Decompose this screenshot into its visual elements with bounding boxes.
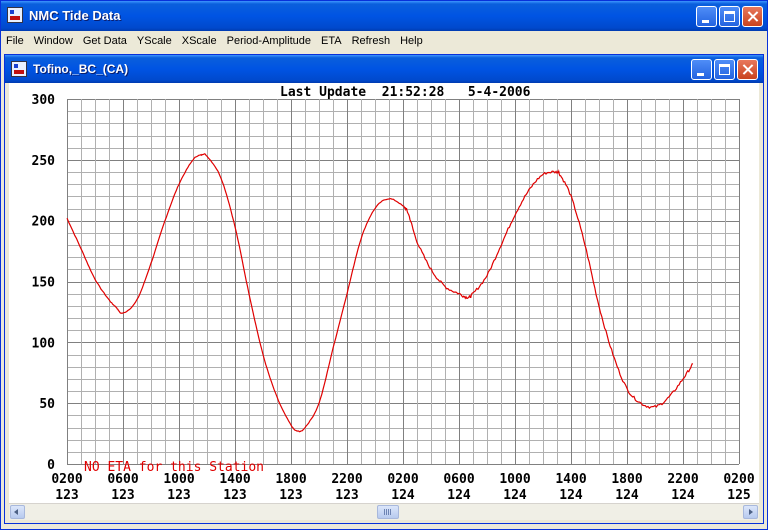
x-tick-day: 123 (55, 488, 78, 503)
x-tick-time: 0200 (723, 472, 754, 487)
tide-curve (66, 153, 694, 433)
menu-period-amplitude[interactable]: Period-Amplitude (222, 31, 316, 50)
horizontal-scrollbar[interactable] (9, 503, 759, 520)
tide-chart: 050100150200250300 020012306001231000123… (32, 85, 755, 503)
x-tick-time: 1800 (275, 472, 306, 487)
x-tick-time: 1000 (499, 472, 530, 487)
menu-xscale[interactable]: XScale (177, 31, 222, 50)
x-tick-day: 124 (615, 488, 639, 503)
menu-bar: File Window Get Data YScale XScale Period-Amp… (1, 31, 767, 50)
station-window-icon (11, 61, 27, 77)
x-tick-day: 123 (279, 488, 302, 503)
last-update-label: Last Update 21:52:28 5-4-2006 (280, 85, 531, 100)
x-tick-day: 125 (727, 488, 750, 503)
menu-yscale[interactable]: YScale (132, 31, 177, 50)
x-tick-time: 1800 (611, 472, 642, 487)
app-window: NMC Tide Data File Window Get Data YScale XS… (0, 0, 768, 530)
app-icon (7, 7, 23, 23)
y-tick-label: 50 (39, 397, 55, 412)
x-tick-time: 2200 (667, 472, 698, 487)
x-tick-day: 123 (167, 488, 190, 503)
menu-file[interactable]: File (1, 31, 29, 50)
menu-eta[interactable]: ETA (316, 31, 347, 50)
x-tick-day: 123 (335, 488, 358, 503)
x-tick-day: 123 (111, 488, 134, 503)
x-axis-labels: 0200123060012310001231400123180012322001… (51, 472, 754, 503)
x-tick-day: 124 (671, 488, 695, 503)
station-titlebar[interactable]: Tofino,_BC_(CA) (5, 55, 763, 83)
scroll-left-icon[interactable] (10, 505, 25, 519)
menu-get-data[interactable]: Get Data (78, 31, 132, 50)
app-titlebar[interactable]: NMC Tide Data (1, 1, 767, 31)
y-tick-label: 0 (47, 458, 55, 473)
eta-note: NO ETA for this Station (84, 460, 264, 475)
station-window: Tofino,_BC_(CA) 0 50 100 150 200 250 300 0200 1… (4, 54, 764, 524)
y-tick-label: 250 (32, 154, 56, 169)
y-tick-label: 150 (32, 276, 56, 291)
x-tick-day: 124 (447, 488, 471, 503)
maximize-button[interactable] (719, 6, 740, 27)
x-tick-time: 0600 (443, 472, 474, 487)
station-minimize-button[interactable] (691, 59, 712, 80)
menu-window[interactable]: Window (29, 31, 78, 50)
minimize-button[interactable] (696, 6, 717, 27)
y-tick-label: 200 (32, 215, 56, 230)
x-tick-time: 0200 (51, 472, 82, 487)
x-tick-time: 1400 (555, 472, 586, 487)
menu-help[interactable]: Help (395, 31, 428, 50)
y-axis-labels: 0 50 100 150 200 250 300 (32, 93, 56, 473)
tide-plot-area: 0 50 100 150 200 250 300 0200 123 0600 123 1000 123… (9, 83, 759, 503)
app-title: NMC Tide Data (29, 8, 121, 23)
x-tick-day: 124 (391, 488, 415, 503)
x-tick-time: 2200 (331, 472, 362, 487)
station-maximize-button[interactable] (714, 59, 735, 80)
y-tick-label: 300 (32, 93, 56, 108)
close-button[interactable] (742, 6, 763, 27)
x-tick-day: 124 (559, 488, 583, 503)
scroll-right-icon[interactable] (743, 505, 758, 519)
x-tick-day: 124 (503, 488, 527, 503)
station-title: Tofino,_BC_(CA) (33, 62, 129, 76)
x-tick-time: 0200 (387, 472, 418, 487)
x-tick-day: 123 (223, 488, 246, 503)
y-tick-label: 100 (32, 336, 56, 351)
chart-grid (67, 99, 740, 465)
mdi-area: Tofino,_BC_(CA) 0 50 100 150 200 250 300 0200 1… (4, 54, 764, 524)
menu-refresh[interactable]: Refresh (347, 31, 396, 50)
station-close-button[interactable] (737, 59, 758, 80)
scroll-thumb[interactable] (377, 505, 399, 519)
